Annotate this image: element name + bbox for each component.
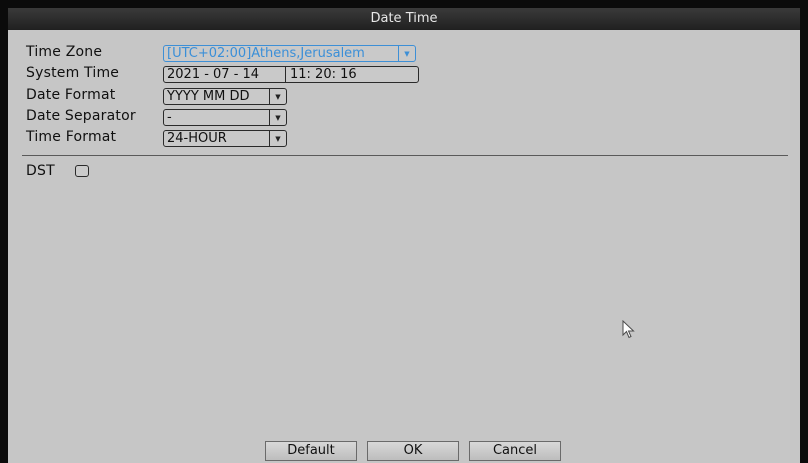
dst-checkbox[interactable] (75, 165, 89, 177)
time-format-value: 24-HOUR (167, 131, 227, 146)
time-zone-select[interactable]: [UTC+02:00]Athens,Jerusalem ▼ (163, 45, 416, 62)
chevron-down-icon[interactable]: ▼ (269, 110, 286, 125)
chevron-down-icon[interactable]: ▼ (269, 131, 286, 146)
date-separator-select[interactable]: - ▼ (163, 109, 287, 126)
system-time-field[interactable]: 2021 - 07 - 14 11: 20: 16 (163, 66, 419, 83)
time-zone-value: [UTC+02:00]Athens,Jerusalem (167, 46, 365, 61)
time-format-select[interactable]: 24-HOUR ▼ (163, 130, 287, 147)
date-separator-value: - (167, 110, 172, 125)
time-zone-label: Time Zone (26, 44, 103, 60)
cancel-button[interactable]: Cancel (469, 441, 561, 461)
ok-button[interactable]: OK (367, 441, 459, 461)
dst-label: DST (26, 163, 55, 179)
system-time-label: System Time (26, 65, 120, 81)
divider (22, 155, 788, 156)
system-date-input[interactable]: 2021 - 07 - 14 (164, 67, 285, 82)
date-format-label: Date Format (26, 87, 116, 103)
date-format-value: YYYY MM DD (167, 89, 250, 104)
system-clock-input[interactable]: 11: 20: 16 (285, 67, 418, 82)
date-format-select[interactable]: YYYY MM DD ▼ (163, 88, 287, 105)
date-time-dialog: Date Time Time Zone [UTC+02:00]Athens,Je… (8, 8, 800, 463)
dialog-title: Date Time (8, 8, 800, 30)
mouse-pointer-icon (622, 320, 635, 339)
time-format-label: Time Format (26, 129, 117, 145)
default-button[interactable]: Default (265, 441, 357, 461)
chevron-down-icon[interactable]: ▼ (398, 46, 415, 61)
chevron-down-icon[interactable]: ▼ (269, 89, 286, 104)
date-separator-label: Date Separator (26, 108, 136, 124)
